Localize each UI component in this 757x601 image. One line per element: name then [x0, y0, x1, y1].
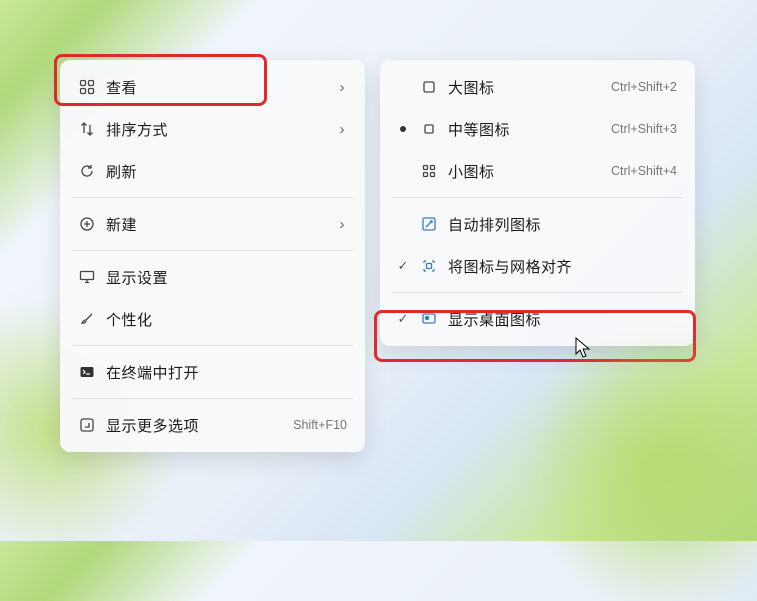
menu-item-label: 显示更多选项: [102, 415, 293, 436]
chevron-right-icon: ›: [333, 121, 351, 138]
grid-icon: [72, 79, 102, 95]
chevron-right-icon: ›: [333, 216, 351, 233]
menu-item-label: 在终端中打开: [102, 362, 351, 383]
menu-item-terminal[interactable]: 在终端中打开: [66, 351, 359, 393]
menu-item-refresh[interactable]: 刷新: [66, 150, 359, 192]
cursor-icon: [575, 337, 593, 361]
menu-item-label: 将图标与网格对齐: [444, 256, 681, 277]
menu-item-new[interactable]: 新建 ›: [66, 203, 359, 245]
check-indicator: ✓: [392, 311, 414, 327]
small-icons-icon: [414, 163, 444, 179]
menu-item-more-options[interactable]: 显示更多选项 Shift+F10: [66, 404, 359, 446]
menu-divider: [72, 398, 353, 399]
more-options-icon: [72, 417, 102, 433]
terminal-icon: [72, 364, 102, 380]
check-indicator: ✓: [392, 258, 414, 274]
menu-item-large-icons[interactable]: 大图标 Ctrl+Shift+2: [386, 66, 689, 108]
menu-item-label: 显示设置: [102, 267, 351, 288]
auto-arrange-icon: [414, 216, 444, 232]
menu-item-label: 显示桌面图标: [444, 309, 681, 330]
menu-item-align-to-grid[interactable]: ✓ 将图标与网格对齐: [386, 245, 689, 287]
menu-item-accel: Ctrl+Shift+2: [611, 80, 681, 94]
display-icon: [72, 269, 102, 285]
menu-item-label: 个性化: [102, 309, 351, 330]
menu-item-label: 刷新: [102, 161, 351, 182]
menu-item-label: 自动排列图标: [444, 214, 681, 235]
menu-item-display-settings[interactable]: 显示设置: [66, 256, 359, 298]
refresh-icon: [72, 163, 102, 179]
menu-item-accel: Ctrl+Shift+4: [611, 164, 681, 178]
menu-item-personalize[interactable]: 个性化: [66, 298, 359, 340]
menu-divider: [72, 250, 353, 251]
menu-item-label: 查看: [102, 77, 333, 98]
menu-item-label: 新建: [102, 214, 333, 235]
brush-icon: [72, 311, 102, 327]
menu-divider: [392, 197, 683, 198]
menu-item-medium-icons[interactable]: 中等图标 Ctrl+Shift+3: [386, 108, 689, 150]
menu-item-small-icons[interactable]: 小图标 Ctrl+Shift+4: [386, 150, 689, 192]
radio-indicator: [392, 126, 414, 132]
menu-item-label: 小图标: [444, 161, 611, 182]
menu-divider: [72, 197, 353, 198]
menu-item-label: 大图标: [444, 77, 611, 98]
menu-item-label: 中等图标: [444, 119, 611, 140]
menu-item-show-desktop-icons[interactable]: ✓ 显示桌面图标: [386, 298, 689, 340]
context-menu-view-submenu: 大图标 Ctrl+Shift+2 中等图标 Ctrl+Shift+3 小图标 C…: [380, 60, 695, 346]
menu-item-auto-arrange[interactable]: 自动排列图标: [386, 203, 689, 245]
desktop-icons-icon: [414, 311, 444, 327]
menu-item-view[interactable]: 查看 ›: [66, 66, 359, 108]
context-menu-primary: 查看 › 排序方式 › 刷新 新建 ›: [60, 60, 365, 452]
menu-item-accel: Ctrl+Shift+3: [611, 122, 681, 136]
medium-icons-icon: [414, 121, 444, 137]
plus-circle-icon: [72, 216, 102, 232]
align-grid-icon: [414, 258, 444, 274]
sort-icon: [72, 121, 102, 137]
large-icons-icon: [414, 79, 444, 95]
menu-item-accel: Shift+F10: [293, 418, 351, 432]
chevron-right-icon: ›: [333, 79, 351, 96]
menu-divider: [392, 292, 683, 293]
menu-item-sort[interactable]: 排序方式 ›: [66, 108, 359, 150]
menu-divider: [72, 345, 353, 346]
menu-item-label: 排序方式: [102, 119, 333, 140]
